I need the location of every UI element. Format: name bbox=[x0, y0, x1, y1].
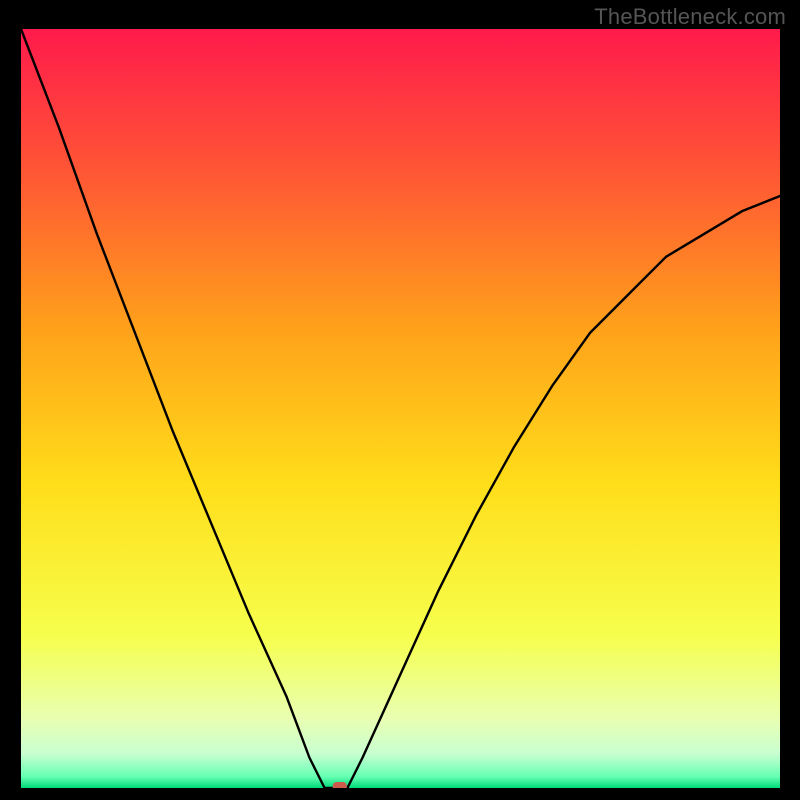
chart-marker-optimum bbox=[333, 782, 347, 788]
chart-plot-area bbox=[21, 29, 780, 788]
chart-svg bbox=[21, 29, 780, 788]
watermark-text: TheBottleneck.com bbox=[594, 4, 786, 30]
